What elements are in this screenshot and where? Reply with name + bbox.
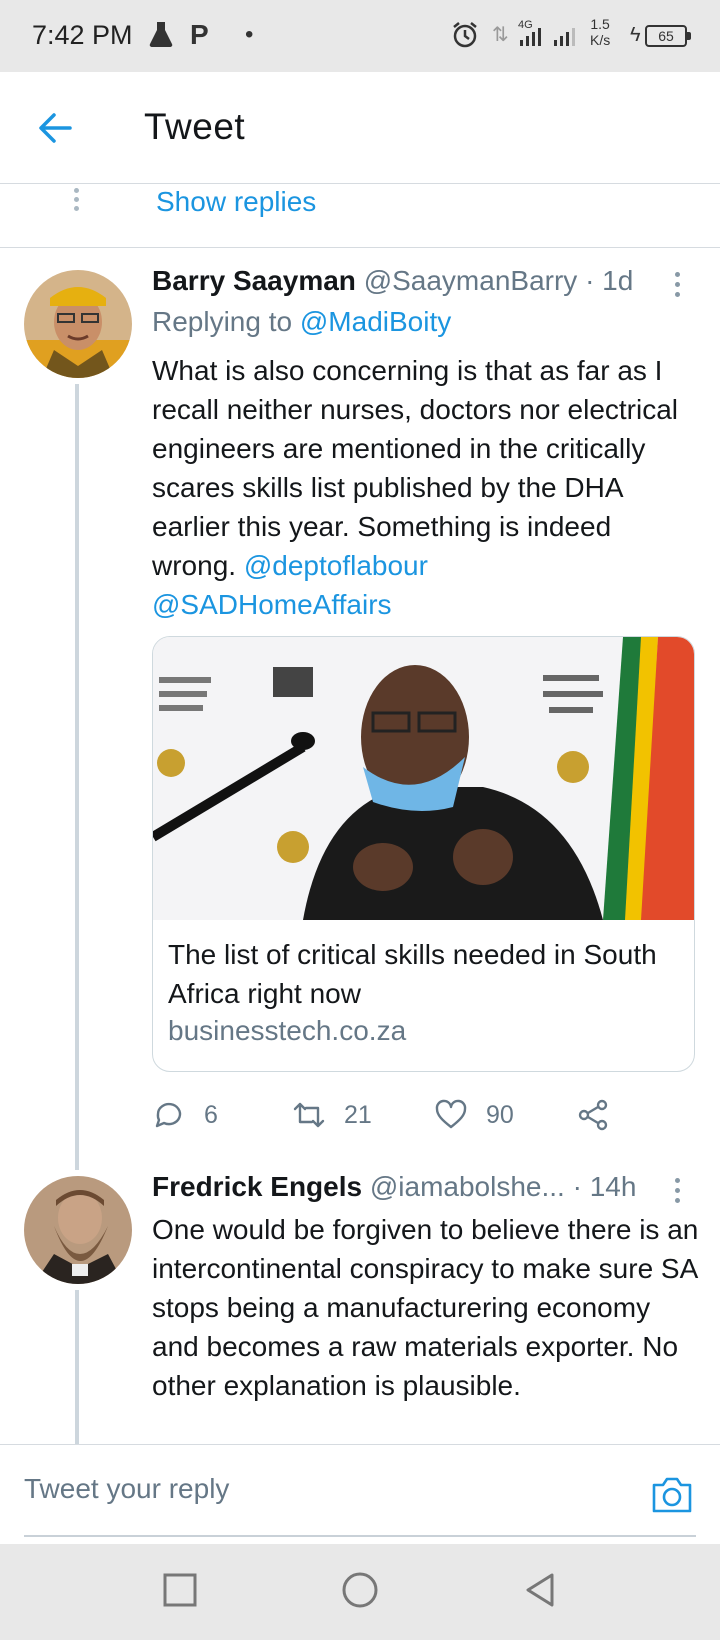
thread-dots-icon: [74, 188, 80, 212]
reply-icon: [155, 1102, 182, 1128]
dot-icon: •: [245, 21, 254, 48]
reply-input[interactable]: Tweet your reply: [24, 1473, 229, 1505]
flask-icon: [148, 20, 174, 56]
card-image: [153, 637, 694, 920]
heart-icon: [435, 1099, 467, 1129]
like-button[interactable]: 90: [434, 1093, 514, 1137]
replying-to-mention[interactable]: @MadiBoity: [300, 306, 451, 337]
tweet-header: Barry Saayman @SaaymanBarry · 1d: [152, 265, 633, 297]
recents-button[interactable]: [160, 1570, 200, 1610]
share-icon: [578, 1099, 608, 1131]
link-preview-card[interactable]: The list of critical skills needed in So…: [152, 636, 695, 1072]
tweet-actions: 6 21 90: [152, 1093, 692, 1137]
system-nav-bar: [0, 1544, 720, 1640]
camera-button[interactable]: [650, 1475, 694, 1515]
reply-button[interactable]: 6: [152, 1093, 218, 1137]
network-speed: 1.5 K/s: [590, 16, 611, 48]
page-title: Tweet: [144, 106, 246, 147]
circle-icon: [342, 1572, 378, 1608]
show-replies-link[interactable]: Show replies: [156, 186, 316, 218]
author-handle[interactable]: @iamabolshe...: [370, 1171, 565, 1202]
signal-icon: [552, 18, 586, 56]
author-name[interactable]: Fredrick Engels: [152, 1171, 362, 1202]
more-options-icon[interactable]: [675, 1178, 681, 1208]
data-transfer-icon: ⇅: [492, 24, 509, 46]
tweet-text: What is also concerning is that as far a…: [152, 355, 679, 620]
card-domain: businesstech.co.za: [168, 1015, 407, 1046]
avatar-barry-saayman[interactable]: [24, 270, 132, 378]
reply-composer: Tweet your reply: [0, 1444, 720, 1544]
author-name[interactable]: Barry Saayman: [152, 265, 356, 296]
replying-to: Replying to @MadiBoity: [152, 306, 452, 337]
top-app-bar: Tweet: [0, 72, 720, 184]
thread-connector: [75, 1290, 79, 1444]
svg-text:4G: 4G: [518, 19, 533, 31]
camera-icon: [652, 1477, 692, 1513]
reply-count: 6: [204, 1100, 218, 1129]
back-button[interactable]: [30, 102, 82, 154]
author-handle[interactable]: @SaaymanBarry: [364, 265, 578, 296]
alarm-icon: [450, 20, 480, 58]
arrow-left-icon: [39, 113, 72, 143]
tweet-time: · 1d: [585, 265, 634, 296]
tweet-time: · 14h: [572, 1171, 637, 1202]
back-nav-button[interactable]: [520, 1570, 560, 1610]
tweet-text: One would be forgiven to believe there i…: [152, 1214, 699, 1401]
retweet-icon: [293, 1102, 325, 1128]
more-options-icon[interactable]: [675, 272, 681, 302]
retweet-button[interactable]: 21: [292, 1093, 372, 1137]
share-button[interactable]: [576, 1093, 610, 1137]
signal-4g-icon: 4G: [516, 18, 550, 56]
battery-indicator: 65: [645, 25, 691, 47]
show-replies-row: Show replies: [0, 184, 720, 248]
thread-connector: [75, 384, 79, 1170]
p-app-icon: P: [190, 19, 209, 50]
avatar-fredrick-engels[interactable]: [24, 1176, 132, 1284]
charging-icon: ϟ: [630, 24, 641, 46]
tweet-header: Fredrick Engels @iamabolshe... · 14h: [152, 1171, 636, 1203]
retweet-count: 21: [344, 1100, 372, 1129]
triangle-back-icon: [526, 1573, 554, 1607]
mention-link[interactable]: @deptoflabour: [244, 550, 428, 581]
status-bar: 7:42 PM P • ⇅ 4G 1.5 K/s ϟ 65: [0, 0, 720, 72]
like-count: 90: [486, 1100, 514, 1129]
status-time: 7:42 PM: [32, 20, 133, 50]
square-icon: [163, 1573, 197, 1607]
reply-underline: [24, 1535, 696, 1537]
card-title: The list of critical skills needed in So…: [168, 939, 657, 1009]
home-button[interactable]: [340, 1570, 380, 1610]
mention-link[interactable]: @SADHomeAffairs: [152, 589, 392, 620]
